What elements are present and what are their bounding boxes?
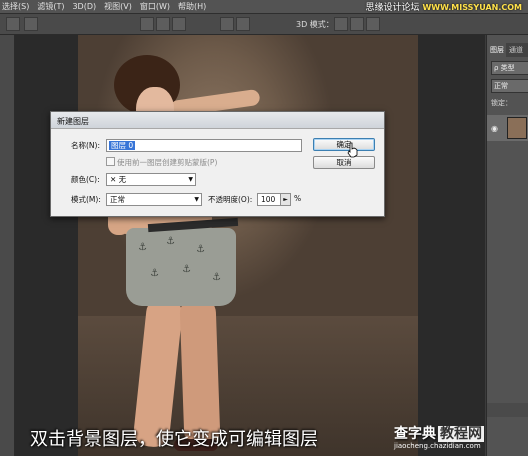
layer-filter-label: ρ 类型	[494, 64, 515, 72]
document-photo[interactable]: ⚓ ⚓ ⚓ ⚓ ⚓ ⚓	[78, 35, 418, 456]
hand-cursor-icon	[347, 142, 358, 158]
layer-name-input[interactable]: 图层 0	[106, 139, 302, 152]
new-layer-dialog: 新建图层 名称(N): 图层 0 使用前一图层创建剪贴蒙版(P) 颜色(C): …	[50, 111, 385, 217]
color-select-value: ✕ 无	[110, 175, 127, 184]
dialog-titlebar[interactable]: 新建图层	[51, 112, 384, 129]
watermark-highlight: 教程网	[438, 426, 484, 442]
color-select[interactable]: ✕ 无 ▼	[106, 173, 196, 186]
options-bar: 3D 模式：	[0, 14, 528, 35]
mode-select-value: 正常	[110, 195, 125, 204]
align-button[interactable]	[140, 17, 154, 31]
dialog-title: 新建图层	[57, 117, 89, 126]
align-button[interactable]	[156, 17, 170, 31]
align-button[interactable]	[172, 17, 186, 31]
menu-item-3d[interactable]: 3D(D)	[72, 2, 96, 11]
watermark-top-text: 思缘设计论坛	[365, 3, 420, 13]
menu-item-select[interactable]: 选择(S)	[2, 1, 29, 12]
watermark-brand: 查字典 教程网	[394, 423, 484, 443]
chevron-down-icon: ▼	[188, 176, 193, 183]
menu-item-filter[interactable]: 滤镜(T)	[37, 1, 64, 12]
tab-layers[interactable]: 图层	[487, 43, 506, 57]
watermark-top-url: WWW.MISSYUAN.COM	[422, 3, 522, 12]
opacity-input[interactable]: 100	[257, 193, 281, 206]
blend-mode-select[interactable]: 正常	[491, 79, 528, 93]
chevron-down-icon: ▼	[194, 196, 199, 203]
menu-item-help[interactable]: 帮助(H)	[178, 1, 206, 12]
panel-tabs: 图层 通道	[487, 43, 528, 57]
color-label: 颜色(C):	[71, 175, 100, 184]
name-label: 名称(N):	[71, 141, 100, 150]
distribute-button[interactable]	[220, 17, 234, 31]
mode-select[interactable]: 正常 ▼	[106, 193, 202, 206]
watermark-url: jiaocheng.chazidian.com	[394, 442, 481, 450]
layers-panel: 图层 通道 ρ 类型 正常 锁定： ◉	[486, 35, 528, 456]
layer-row-background[interactable]: ◉	[487, 115, 528, 141]
site-watermark-top: 思缘设计论坛 WWW.MISSYUAN.COM	[366, 0, 522, 13]
option-button[interactable]	[24, 17, 38, 31]
menu-item-window[interactable]: 窗口(W)	[140, 1, 170, 12]
3d-mode-label: 3D 模式：	[296, 20, 334, 29]
tutorial-subtitle: 双击背景图层，使它变成可编辑图层	[30, 429, 318, 450]
layer-thumbnail	[507, 117, 527, 139]
3d-rotate-button[interactable]	[334, 17, 348, 31]
eye-icon[interactable]: ◉	[491, 124, 498, 133]
cancel-button-label: 取消	[336, 158, 352, 167]
opacity-unit: %	[294, 194, 302, 203]
menu-item-view[interactable]: 视图(V)	[104, 1, 132, 12]
distribute-button[interactable]	[236, 17, 250, 31]
tools-panel	[0, 35, 15, 456]
3d-pan-button[interactable]	[366, 17, 380, 31]
layer-name-value: 图层 0	[109, 141, 136, 150]
photo-shorts: ⚓ ⚓ ⚓ ⚓ ⚓ ⚓	[126, 228, 236, 306]
clip-mask-checkbox[interactable]	[106, 157, 115, 166]
opacity-value: 100	[261, 195, 276, 204]
opacity-stepper[interactable]: ►	[280, 193, 291, 206]
mode-label: 模式(M):	[71, 195, 101, 204]
cancel-button[interactable]: 取消	[313, 156, 375, 169]
watermark-brand-text: 查字典	[394, 426, 436, 442]
layer-filter-field[interactable]: ρ 类型	[491, 61, 528, 75]
tool-preset-button[interactable]	[6, 17, 20, 31]
panel-footer	[487, 403, 528, 417]
opacity-label: 不透明度(O):	[208, 195, 253, 204]
lock-label: 锁定：	[491, 99, 512, 107]
ok-button[interactable]: 确定	[313, 138, 375, 151]
tab-channels[interactable]: 通道	[506, 43, 525, 57]
3d-roll-button[interactable]	[350, 17, 364, 31]
blend-mode-value: 正常	[494, 82, 508, 90]
clip-mask-label: 使用前一图层创建剪贴蒙版(P)	[117, 158, 218, 167]
